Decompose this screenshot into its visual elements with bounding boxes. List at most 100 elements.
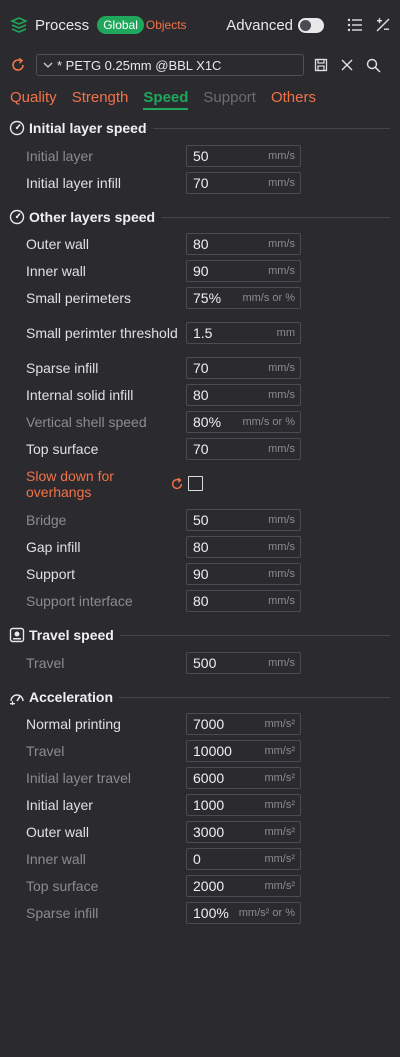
settings-tabs: Quality Strength Speed Support Others bbox=[0, 84, 400, 110]
setting-row: Initial layer 1000 mm/s² bbox=[0, 791, 400, 818]
value-text: 75% bbox=[193, 290, 222, 306]
setting-label: Sparse infill bbox=[26, 359, 99, 376]
setting-row: Internal solid infill 80 mm/s bbox=[0, 381, 400, 408]
overhangs-checkbox[interactable] bbox=[188, 476, 203, 491]
objects-tab[interactable]: Objects bbox=[146, 18, 187, 32]
tab-speed[interactable]: Speed bbox=[143, 89, 189, 110]
unit-text: mm/s bbox=[268, 177, 295, 189]
section-title: Travel speed bbox=[29, 627, 114, 643]
unit-text: mm/s bbox=[268, 568, 295, 580]
setting-row: Sparse infill 70 mm/s bbox=[0, 354, 400, 381]
value-text: 80 bbox=[193, 593, 209, 609]
setting-label: Initial layer bbox=[26, 796, 93, 813]
compare-icon[interactable] bbox=[374, 16, 392, 34]
setting-label: Internal solid infill bbox=[26, 386, 134, 403]
value-input[interactable]: 80 mm/s bbox=[186, 233, 301, 255]
preset-name: * PETG 0.25mm @BBL X1C bbox=[57, 57, 222, 73]
value-input[interactable]: 70 mm/s bbox=[186, 438, 301, 460]
value-text: 6000 bbox=[193, 770, 225, 786]
value-input[interactable]: 500 mm/s bbox=[186, 652, 301, 674]
tab-strength[interactable]: Strength bbox=[72, 89, 129, 106]
chevron-down-icon bbox=[43, 60, 53, 71]
unit-text: mm/s bbox=[268, 514, 295, 526]
search-icon[interactable] bbox=[364, 56, 382, 74]
value-input[interactable]: 100% mm/s² or % bbox=[186, 902, 301, 924]
value-input[interactable]: 90 mm/s bbox=[186, 260, 301, 282]
setting-label: Support interface bbox=[26, 592, 133, 609]
setting-label: Outer wall bbox=[26, 823, 90, 840]
section-title: Initial layer speed bbox=[29, 120, 147, 136]
setting-row: Top surface 70 mm/s bbox=[0, 435, 400, 462]
setting-label: Inner wall bbox=[26, 262, 86, 279]
setting-label: Small perimeters bbox=[26, 289, 132, 306]
unit-text: mm/s² bbox=[264, 826, 295, 838]
setting-row: Inner wall 90 mm/s bbox=[0, 257, 400, 284]
setting-label: Initial layer infill bbox=[26, 174, 121, 191]
unit-text: mm/s² bbox=[264, 880, 295, 892]
setting-row: Support interface 80 mm/s bbox=[0, 587, 400, 614]
close-icon[interactable] bbox=[338, 56, 356, 74]
value-text: 70 bbox=[193, 360, 209, 376]
list-icon[interactable] bbox=[346, 16, 364, 34]
save-icon[interactable] bbox=[312, 56, 330, 74]
setting-row: Vertical shell speed 80% mm/s or % bbox=[0, 408, 400, 435]
value-text: 3000 bbox=[193, 824, 225, 840]
value-input[interactable]: 6000 mm/s² bbox=[186, 767, 301, 789]
setting-row-overhangs: Slow down for overhangs bbox=[0, 466, 400, 502]
setting-label: Travel bbox=[26, 654, 65, 671]
value-text: 80 bbox=[193, 387, 209, 403]
setting-row: Initial layer 50 mm/s bbox=[0, 142, 400, 169]
unit-text: mm/s bbox=[268, 150, 295, 162]
acceleration-icon bbox=[9, 689, 25, 707]
value-text: 500 bbox=[193, 655, 217, 671]
value-input[interactable]: 80 mm/s bbox=[186, 590, 301, 612]
reset-icon[interactable] bbox=[10, 57, 26, 73]
value-input[interactable]: 80 mm/s bbox=[186, 536, 301, 558]
unit-text: mm/s bbox=[268, 443, 295, 455]
value-input[interactable]: 3000 mm/s² bbox=[186, 821, 301, 843]
tab-others[interactable]: Others bbox=[271, 89, 316, 106]
unit-text: mm/s² bbox=[264, 772, 295, 784]
tab-quality[interactable]: Quality bbox=[10, 89, 57, 106]
setting-row: Bridge 50 mm/s bbox=[0, 506, 400, 533]
setting-label: Support bbox=[26, 565, 76, 582]
value-input[interactable]: 7000 mm/s² bbox=[186, 713, 301, 735]
value-text: 7000 bbox=[193, 716, 225, 732]
value-input[interactable]: 50 mm/s bbox=[186, 509, 301, 531]
value-input[interactable]: 50 mm/s bbox=[186, 145, 301, 167]
value-input[interactable]: 80 mm/s bbox=[186, 384, 301, 406]
value-text: 50 bbox=[193, 512, 209, 528]
setting-label: Travel bbox=[26, 742, 65, 759]
unit-text: mm/s² bbox=[264, 799, 295, 811]
value-text: 70 bbox=[193, 441, 209, 457]
value-input[interactable]: 90 mm/s bbox=[186, 563, 301, 585]
setting-label: Bridge bbox=[26, 511, 67, 528]
value-input[interactable]: 0 mm/s² bbox=[186, 848, 301, 870]
value-input[interactable]: 10000 mm/s² bbox=[186, 740, 301, 762]
preset-dropdown[interactable]: * PETG 0.25mm @BBL X1C bbox=[36, 54, 304, 76]
setting-row: Outer wall 3000 mm/s² bbox=[0, 818, 400, 845]
value-input[interactable]: 1.5 mm bbox=[186, 322, 301, 344]
reset-icon[interactable] bbox=[170, 477, 184, 491]
value-input[interactable]: 75% mm/s or % bbox=[186, 287, 301, 309]
travel-icon bbox=[9, 627, 25, 643]
value-input[interactable]: 80% mm/s or % bbox=[186, 411, 301, 433]
value-text: 10000 bbox=[193, 743, 232, 759]
speedometer-icon bbox=[9, 120, 25, 136]
value-text: 100% bbox=[193, 905, 229, 921]
setting-label: Gap infill bbox=[26, 538, 81, 555]
value-input[interactable]: 70 mm/s bbox=[186, 172, 301, 194]
global-tab[interactable]: Global bbox=[97, 16, 144, 34]
global-objects-switch: Global Objects bbox=[97, 16, 187, 34]
value-input[interactable]: 1000 mm/s² bbox=[186, 794, 301, 816]
setting-row: Top surface 2000 mm/s² bbox=[0, 872, 400, 899]
tab-support[interactable]: Support bbox=[203, 89, 256, 106]
setting-row: Initial layer infill 70 mm/s bbox=[0, 169, 400, 196]
setting-label: Vertical shell speed bbox=[26, 413, 147, 430]
value-input[interactable]: 70 mm/s bbox=[186, 357, 301, 379]
value-input[interactable]: 2000 mm/s² bbox=[186, 875, 301, 897]
advanced-toggle[interactable] bbox=[298, 17, 324, 33]
value-text: 1000 bbox=[193, 797, 225, 813]
divider bbox=[161, 216, 390, 218]
value-text: 80% bbox=[193, 414, 222, 430]
